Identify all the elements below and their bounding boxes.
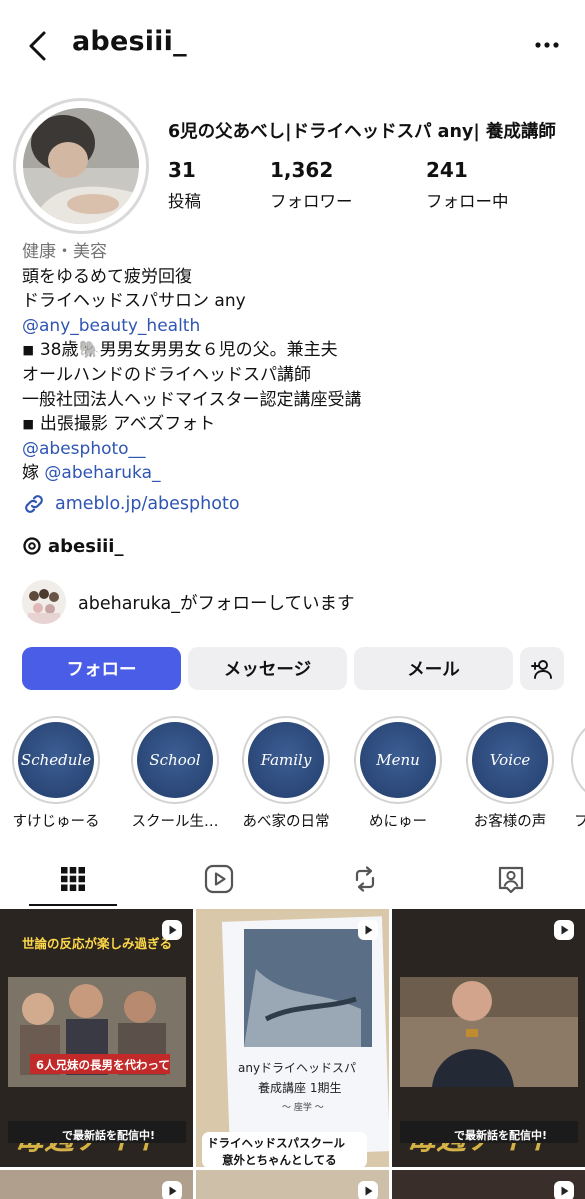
highlight-school[interactable]: School スクール生… [125,716,225,831]
threads-username: abesiii_ [48,535,124,557]
highlight-label: あべ家の日常 [242,814,330,830]
bio-line: オールハンドのドライヘッドスパ講師 [22,364,311,385]
stat-label: フォロー中 [426,192,509,211]
tab-reels[interactable] [146,850,292,908]
reel-icon [162,1181,182,1199]
bio-mention-link[interactable]: @abeharuka_ [44,463,160,483]
highlight-label: めにゅー [369,814,427,830]
tab-tagged[interactable] [438,850,584,908]
profile-avatar[interactable] [23,108,139,224]
reel-icon [358,920,378,940]
highlight-cover: Family [248,722,324,798]
post-caption-text: ドライヘッドスパスクール [207,1136,345,1150]
post-tile[interactable] [0,1170,193,1199]
post-tile[interactable]: 毎週ナイト 世論の反応が楽しみ過ぎる 6人兄妹の長男を代わって で最新話を配信中… [0,909,193,1167]
post-tile[interactable] [196,1170,389,1199]
bio-line: 一般社団法人ヘッドマイスター認定講座受講 [22,389,362,410]
follow-button[interactable]: フォロー [22,647,181,690]
post-tile[interactable]: anyドライヘッドスパ 養成講座 1期生 〜 座学 〜 ドライヘッドスパスクール… [196,909,389,1167]
reel-icon [554,1181,574,1199]
mail-button[interactable]: メール [354,647,513,690]
highlight-label: すけじゅーる [12,814,100,830]
back-arrow-icon[interactable] [26,30,52,62]
highlight-ring: Family [242,716,330,804]
repost-icon [355,866,375,892]
bio-mention-link[interactable]: @abesphoto__ [22,437,572,462]
post-overlay-text: で最新話を配信中! [62,1129,156,1142]
highlight-partial[interactable]: フ [571,716,585,831]
bio-mention-link[interactable]: @any_beauty_health [22,314,572,339]
highlight-label: お客様の声 [473,814,547,830]
tagged-icon [498,866,524,894]
highlight-ring [571,716,585,804]
content-tabs [0,850,585,908]
suggested-accounts-button[interactable] [520,647,564,690]
post-overlay-text: 養成講座 1期生 [258,1081,342,1095]
stat-value: 1,362 [270,158,334,182]
stat-value: 241 [426,158,468,182]
top-bar: abesiii_ [0,0,585,92]
followed-by-row[interactable]: abeharuka_がフォローしています [22,580,354,624]
highlight-family[interactable]: Family あべ家の日常 [236,716,336,831]
more-options-icon[interactable] [534,36,560,54]
reel-icon [554,920,574,940]
threads-badge[interactable]: abesiii_ [22,533,123,559]
profile-category: 健康・美容 [22,242,107,262]
bio-line: 嫁 @abeharuka_ [22,461,572,486]
highlight-voice[interactable]: Voice お客様の声 [460,716,560,831]
link-icon [25,495,43,513]
highlight-schedule[interactable]: Schedule すけじゅーる [6,716,106,831]
stat-label: フォロワー [270,192,353,211]
reel-icon [358,1181,378,1199]
bio-line: ◾︎ 38歳🐘男男女男男女６児の父。兼主夫 [22,340,338,361]
post-tile[interactable]: 毎週ナイト で最新話を配信中! [392,909,585,1167]
follower-avatar [22,580,66,624]
external-link[interactable]: ameblo.jp/abesphoto [22,491,240,517]
grid-icon [61,867,85,891]
bio-line: 頭をゆるめて疲労回復 [22,266,192,287]
highlight-label: スクール生… [131,814,219,830]
highlight-ring: Menu [354,716,442,804]
highlight-cover: Voice [472,722,548,798]
post-overlay-text: 6人兄妹の長男を代わって [36,1058,170,1072]
add-person-icon [531,659,552,679]
highlight-ring: School [131,716,219,804]
profile-username-title: abesiii_ [72,26,187,57]
highlight-cover: School [137,722,213,798]
stat-value: 31 [168,158,196,182]
highlight-cover: Schedule [18,722,94,798]
followed-by-text: abeharuka_がフォローしています [78,593,355,614]
highlight-label: フ [574,814,585,830]
post-overlay-text: 〜 座学 〜 [282,1103,324,1113]
post-caption-text: 意外とちゃんとしてる [222,1153,337,1167]
bio-line: ドライヘッドスパサロン any [22,291,246,312]
following-count[interactable]: 241 フォロー中 [426,158,509,212]
active-tab-indicator [29,904,117,906]
post-overlay-text: で最新話を配信中! [454,1129,548,1142]
stat-label: 投稿 [168,192,201,211]
highlight-ring: Schedule [12,716,100,804]
tab-reposts[interactable] [292,850,438,908]
threads-icon [23,537,41,555]
highlight-menu[interactable]: Menu めにゅー [348,716,448,831]
external-link-text: ameblo.jp/abesphoto [55,494,240,514]
highlight-cover: Menu [360,722,436,798]
profile-bio: 健康・美容 頭をゆるめて疲労回復 ドライヘッドスパサロン any @any_be… [22,240,572,486]
reels-icon [204,864,234,894]
message-button[interactable]: メッセージ [188,647,347,690]
bio-line: ◾︎ 出張撮影 アベズフォト [22,414,216,435]
highlight-ring: Voice [466,716,554,804]
bio-text: 嫁 [22,463,45,484]
tab-grid[interactable] [0,850,146,908]
post-tile[interactable] [392,1170,585,1199]
reel-icon [162,920,182,940]
post-grid: 毎週ナイト 世論の反応が楽しみ過ぎる 6人兄妹の長男を代わって で最新話を配信中… [0,909,585,1199]
posts-count[interactable]: 31 投稿 [168,158,201,212]
post-overlay-text: 世論の反応が楽しみ過ぎる [22,936,173,951]
display-name: 6児の父あべし|ドライヘッドスパ any| 養成講師 [168,122,556,142]
post-overlay-text: anyドライヘッドスパ [238,1061,357,1075]
followers-count[interactable]: 1,362 フォロワー [270,158,353,212]
